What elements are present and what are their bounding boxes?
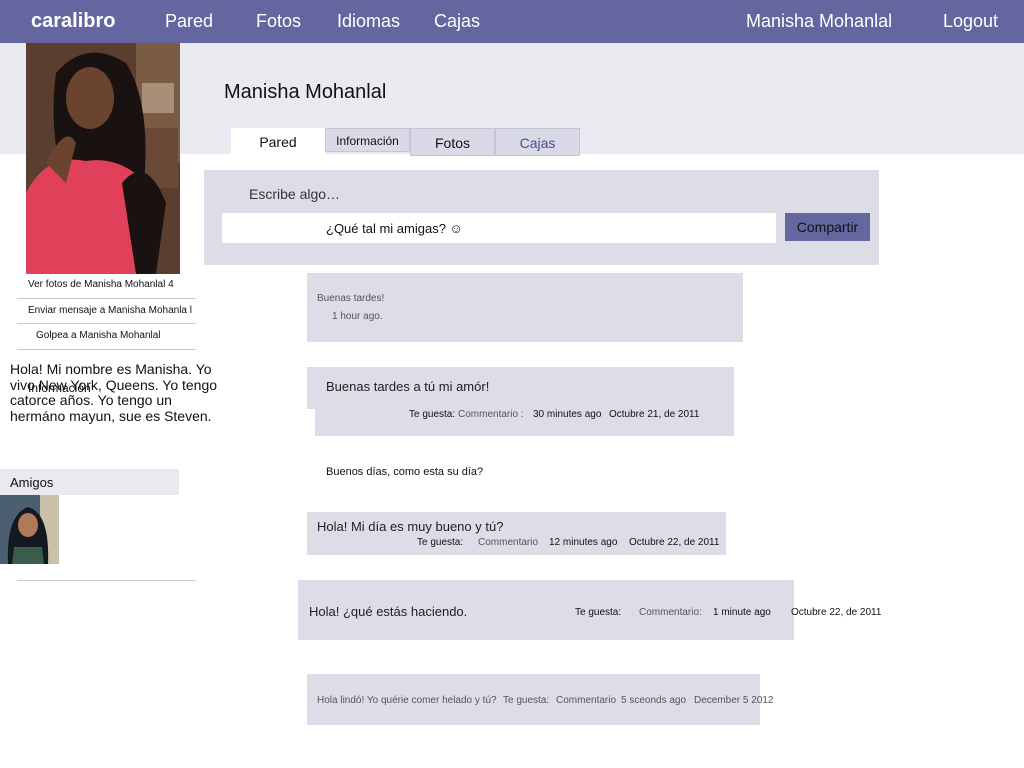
post-text: Buenas tardes a tú mi amór! xyxy=(326,379,490,394)
comment-link[interactable]: Commentario xyxy=(478,537,538,548)
nav-item-pared[interactable]: Pared xyxy=(165,11,213,32)
post-time: 30 minutes ago xyxy=(533,409,602,420)
sidebar-link-photos[interactable]: Ver fotos de Manisha Mohanlal 4 xyxy=(28,279,174,290)
sidebar-divider xyxy=(17,349,196,350)
post-date: December 5 2012 xyxy=(694,695,774,706)
post-date: Octubre 22, de 2011 xyxy=(629,537,720,548)
post-text: Hola! Mi día es muy bueno y tú? xyxy=(317,519,504,534)
sidebar-divider xyxy=(17,323,196,324)
post-text: Buenos días, como esta su día? xyxy=(326,466,484,478)
nav-item-fotos[interactable]: Fotos xyxy=(256,11,301,32)
friends-label: Amigos xyxy=(10,475,54,490)
like-link[interactable]: Te guesta: xyxy=(417,537,463,548)
sidebar-divider xyxy=(17,580,196,581)
sidebar-link-poke[interactable]: Golpea a Manisha Mohanlal xyxy=(36,330,161,341)
friend-avatar[interactable] xyxy=(0,495,59,564)
tab-pared[interactable]: Pared xyxy=(231,128,325,156)
post-text: Hola! ¿qué estás haciendo. xyxy=(309,604,468,619)
status-input[interactable] xyxy=(222,213,776,243)
nav-item-cajas[interactable]: Cajas xyxy=(434,11,480,32)
like-link[interactable]: Te guesta: xyxy=(575,607,621,618)
post-text: Hola lindó! Yo quérie comer helado y tú? xyxy=(317,695,497,706)
profile-photo[interactable] xyxy=(26,43,180,274)
post-time: 1 hour ago. xyxy=(332,311,383,322)
comment-link[interactable]: Commentario: xyxy=(639,607,702,618)
sidebar-link-message[interactable]: Enviar mensaje a Manisha Mohanla l xyxy=(28,305,192,316)
brand-logo[interactable]: caralibro xyxy=(31,10,115,33)
share-button[interactable]: Compartir xyxy=(785,213,870,241)
nav-item-idiomas[interactable]: Idiomas xyxy=(337,11,400,32)
profile-name: Manisha Mohanlal xyxy=(224,81,387,103)
comment-link[interactable]: Commentario xyxy=(556,695,616,706)
post-date: Octubre 21, de 2011 xyxy=(609,409,700,420)
logout-link[interactable]: Logout xyxy=(943,11,998,32)
post-text: Buenas tardes! xyxy=(317,293,385,304)
wall-post xyxy=(307,273,743,342)
nav-user-name[interactable]: Manisha Mohanlal xyxy=(746,11,892,32)
like-link[interactable]: Te guesta: xyxy=(409,409,455,420)
tab-cajas[interactable]: Cajas xyxy=(495,128,580,156)
like-link[interactable]: Te guesta: xyxy=(503,695,549,706)
comment-link[interactable]: Commentario : xyxy=(458,409,524,420)
post-time: 5 sceonds ago xyxy=(621,695,687,706)
tab-informacion[interactable]: Información xyxy=(325,128,410,152)
bio-text: Hola! Mi nombre es Manisha. Yo vivo New … xyxy=(10,361,218,424)
tab-fotos[interactable]: Fotos xyxy=(410,128,495,156)
composer-prompt: Escribe algo… xyxy=(249,186,341,202)
post-time: 12 minutes ago xyxy=(549,537,618,548)
post-date: Octubre 22, de 2011 xyxy=(791,607,882,618)
post-time: 1 minute ago xyxy=(713,607,771,618)
sidebar-divider xyxy=(17,298,196,299)
